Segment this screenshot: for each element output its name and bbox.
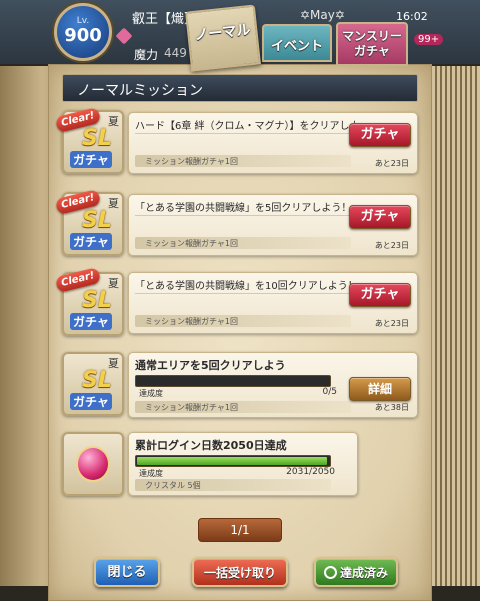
mission-row: ハード【6章 絆（クロム・マグナ）】をクリアしよう ミッション報酬ガチャ1回 ガ… <box>128 112 418 174</box>
gacha-label: ガチャ <box>70 393 112 410</box>
detail-button[interactable]: 詳細 <box>349 377 411 401</box>
tab-event[interactable]: イベント <box>262 24 332 62</box>
tab-monthly-gacha-label: マンスリー ガチャ <box>342 29 402 58</box>
gacha-button[interactable]: ガチャ <box>349 205 411 229</box>
power-label: 魔力 <box>134 48 159 62</box>
page-indicator[interactable]: 1/1 <box>198 518 282 542</box>
mission-title: 累計ログイン日数2050日達成 <box>135 439 287 452</box>
remaining-days: あと23日 <box>374 241 409 250</box>
completed-label: 達成済み <box>339 566 388 580</box>
close-button[interactable]: 閉じる <box>94 557 160 587</box>
progress-fill <box>137 457 327 465</box>
sl-logo-icon: SL <box>82 126 112 151</box>
reward-strip: ミッション報酬ガチャ1回 <box>135 315 351 327</box>
reward-text: ミッション報酬ガチャ1回 <box>145 239 239 248</box>
reward-strip: ミッション報酬ガチャ1回 <box>135 155 351 167</box>
gacha-label: ガチャ <box>70 151 112 168</box>
reward-strip: ミッション報酬ガチャ1回 <box>135 237 351 249</box>
level-badge: Lv. 900 <box>54 3 112 61</box>
mission-reward-icon <box>62 432 124 496</box>
mission-row: 「とある学園の共闘戦線」を10回クリアしよう！ ミッション報酬ガチャ1回 ガチャ… <box>128 272 418 334</box>
remaining-days: あと23日 <box>374 159 409 168</box>
remaining-days: あと23日 <box>374 319 409 328</box>
tab-normal[interactable]: ノーマル <box>185 4 261 72</box>
row-divider <box>135 215 349 216</box>
gacha-label: ガチャ <box>70 313 112 330</box>
mission-reward-icon: 夏 SL ガチャ <box>62 352 124 416</box>
reward-text: クリスタル 5個 <box>145 481 201 490</box>
completed-button[interactable]: 達成済み <box>314 557 398 587</box>
mission-row: 通常エリアを5回クリアしよう 達成度 0/5 ミッション報酬ガチャ1回 詳細 あ… <box>128 352 418 418</box>
remaining-days: あと38日 <box>374 403 409 412</box>
mission-title: 「とある学園の共闘戦線」を5回クリアしよう！ <box>135 203 352 214</box>
mission-title: 「とある学園の共闘戦線」を10回クリアしよう！ <box>135 281 355 292</box>
panel-header: ノーマルミッション <box>62 74 418 102</box>
level-value: 900 <box>64 25 102 46</box>
notification-badge: 99+ <box>414 34 444 45</box>
tab-monthly-gacha[interactable]: マンスリー ガチャ <box>336 22 408 66</box>
progress-value: 0/5 <box>322 387 337 397</box>
mission-row: 累計ログイン日数2050日達成 達成度 2031/2050 クリスタル 5個 <box>128 432 358 496</box>
crystal-gem-icon <box>76 446 110 482</box>
crystal-icon <box>115 27 133 45</box>
row-divider <box>135 293 349 294</box>
row-divider <box>135 133 349 134</box>
gacha-label: ガチャ <box>70 233 112 250</box>
progress-label: 達成度 <box>139 389 163 398</box>
progress-bar <box>135 455 331 467</box>
reward-text: ミッション報酬ガチャ1回 <box>145 317 239 326</box>
mission-row: 「とある学園の共闘戦線」を5回クリアしよう！ ミッション報酬ガチャ1回 ガチャ … <box>128 194 418 256</box>
reward-strip: ミッション報酬ガチャ1回 <box>135 401 351 413</box>
reward-text: ミッション報酬ガチャ1回 <box>145 157 239 166</box>
sl-logo-icon: SL <box>82 288 112 313</box>
gacha-button[interactable]: ガチャ <box>349 283 411 307</box>
progress-bar <box>135 375 331 387</box>
mission-title: ハード【6章 絆（クロム・マグナ）】をクリアしよう <box>135 121 355 132</box>
sl-logo-icon: SL <box>82 208 112 233</box>
reward-text: ミッション報酬ガチャ1回 <box>145 403 239 412</box>
check-circle-icon <box>323 566 337 579</box>
reward-strip: クリスタル 5個 <box>135 479 331 491</box>
gacha-button[interactable]: ガチャ <box>349 123 411 147</box>
panel-title: ノーマルミッション <box>77 83 203 99</box>
power-value: 449 <box>164 46 187 60</box>
progress-label: 達成度 <box>139 469 163 478</box>
sl-logo-icon: SL <box>82 368 112 393</box>
collect-all-button[interactable]: 一括受け取り <box>192 557 288 587</box>
progress-value: 2031/2050 <box>286 467 335 477</box>
mission-title: 通常エリアを5回クリアしよう <box>135 359 286 372</box>
player-subtitle: ✡May✡ <box>300 8 345 22</box>
